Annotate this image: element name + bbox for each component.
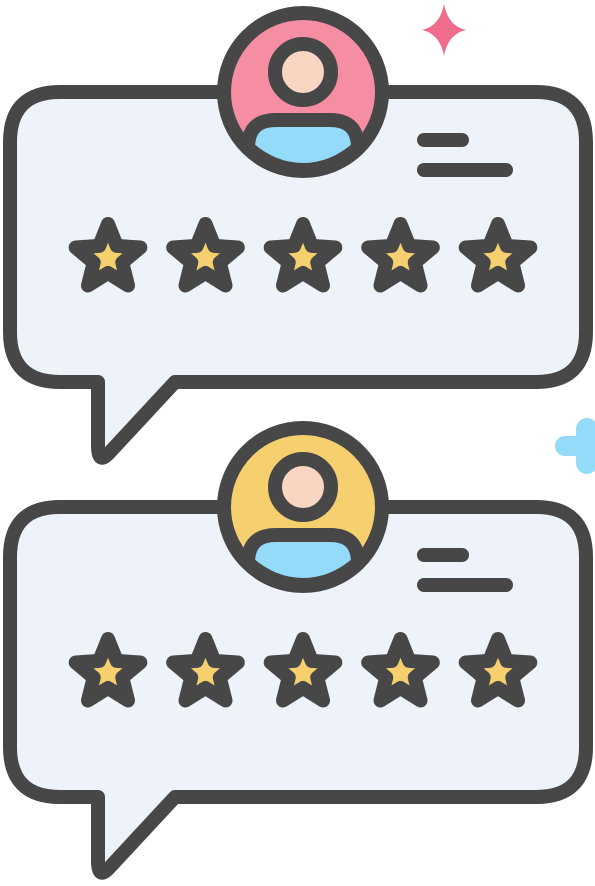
sparkle-icon <box>422 4 466 56</box>
user-avatar-icon <box>217 6 389 178</box>
plus-icon <box>555 418 595 474</box>
review-card <box>3 6 593 465</box>
user-avatar-icon <box>217 421 389 593</box>
review-card <box>3 421 593 880</box>
customer-reviews-illustration <box>3 4 595 880</box>
